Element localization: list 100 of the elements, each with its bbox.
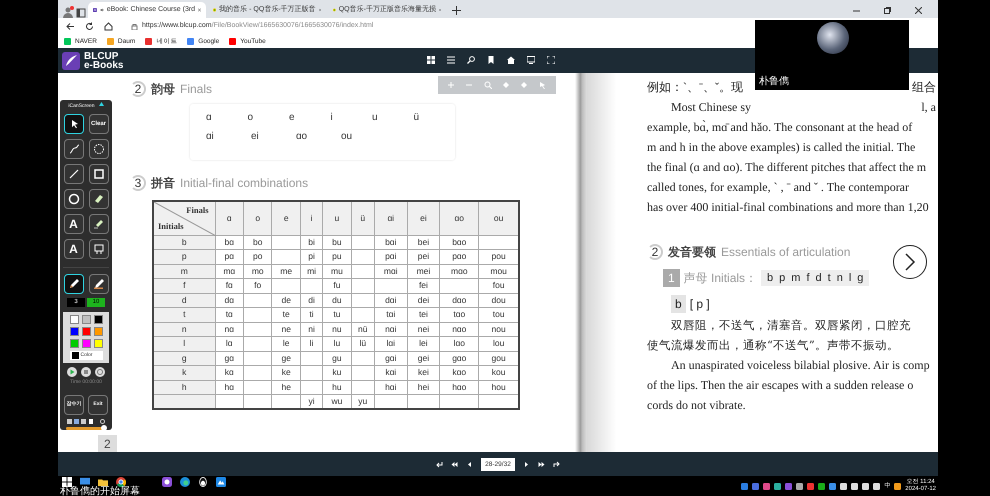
section-title: 韵母: [151, 81, 175, 98]
tool-button[interactable]: [88, 164, 108, 184]
table-cell: mei: [407, 264, 440, 278]
back-icon[interactable]: [66, 22, 75, 31]
marker-icon: [92, 278, 104, 290]
tool-button[interactable]: [88, 274, 108, 294]
tool-button[interactable]: [64, 189, 84, 209]
color-swatch[interactable]: [82, 327, 90, 336]
final-text: ɑ: [206, 111, 213, 125]
color-swatch[interactable]: [70, 315, 78, 324]
table-cell: [351, 278, 374, 293]
color-swatch[interactable]: [94, 339, 102, 348]
settings-icon[interactable]: [95, 367, 105, 377]
tool-button[interactable]: [64, 114, 84, 134]
table-cell: dɑo: [440, 293, 479, 308]
grid-icon[interactable]: [427, 56, 435, 64]
body-text: 使气流爆发而出，通称“不送气”。声带不振动。: [647, 337, 900, 354]
table-cell: lɑi: [374, 336, 408, 351]
tool-button[interactable]: [64, 164, 84, 184]
app-icon[interactable]: [162, 477, 172, 487]
table-cell: ke: [272, 366, 300, 380]
table-cell: hɑ: [215, 380, 244, 394]
monitor-icon[interactable]: [527, 56, 535, 64]
color-swatch[interactable]: [94, 327, 102, 336]
tool-button[interactable]: [88, 139, 108, 159]
penguin-icon[interactable]: [198, 477, 208, 487]
row-header: n: [153, 322, 215, 336]
table-cell: bei: [407, 235, 440, 250]
color-swatch[interactable]: [70, 327, 78, 336]
new-tab-icon[interactable]: [452, 6, 461, 15]
color-swatch[interactable]: [82, 339, 90, 348]
section-subtitle: Finals: [180, 81, 212, 98]
highlighter-icon: [92, 218, 104, 230]
table-cell: mo: [243, 264, 272, 278]
stop-icon[interactable]: [81, 367, 91, 377]
avatar: [817, 22, 849, 54]
tool-button[interactable]: A: [64, 214, 84, 234]
table-cell: [243, 308, 272, 322]
table-cell: ni: [300, 322, 323, 336]
fullscreen-icon[interactable]: [547, 56, 555, 64]
column-header: o: [243, 201, 272, 235]
next-page-button[interactable]: [893, 245, 927, 279]
column-header: e: [272, 201, 300, 235]
home-icon[interactable]: [507, 56, 515, 64]
previous-page-icon[interactable]: [466, 460, 473, 468]
table-cell: [351, 351, 374, 366]
tool-button[interactable]: [88, 214, 108, 234]
row-header: p: [153, 250, 215, 264]
column-header: ou: [478, 201, 519, 235]
line-icon: [68, 168, 80, 180]
restore-icon[interactable]: [884, 7, 891, 14]
table-cell: dɑi: [374, 293, 408, 308]
color-swatch[interactable]: [94, 315, 102, 324]
tool-button[interactable]: [64, 139, 84, 159]
table-cell: [243, 293, 272, 308]
first-page-icon[interactable]: [451, 460, 458, 468]
favicon-icon: [93, 6, 97, 14]
bookmark-icon[interactable]: [487, 56, 495, 64]
settings-icon[interactable]: [100, 418, 105, 424]
color-swatch[interactable]: [82, 315, 90, 324]
slider-thumb[interactable]: [101, 425, 107, 431]
app-icon[interactable]: [216, 477, 226, 487]
tool-button[interactable]: [88, 189, 108, 209]
table-cell: tɑo: [440, 308, 479, 322]
tool-button[interactable]: [88, 239, 108, 259]
section-subtitle: Initial-final combinations: [180, 175, 308, 192]
table-cell: dɑ: [215, 293, 244, 308]
table-cell: bɑi: [374, 235, 408, 250]
close-icon[interactable]: [915, 7, 922, 14]
tool-button[interactable]: A: [64, 239, 84, 259]
next-page-icon[interactable]: [523, 460, 530, 468]
row-header: [153, 394, 215, 409]
tool-button[interactable]: [64, 274, 84, 294]
return-icon[interactable]: [436, 460, 443, 468]
home-icon[interactable]: [104, 22, 113, 31]
body-text: example, bɑ̀, mɑ̄ and hǎo. The consonant at the head of: [647, 119, 914, 136]
row-header: t: [153, 308, 215, 322]
ipa-text: [ p ]: [690, 296, 710, 313]
section-subtitle: Essentials of articulation: [721, 244, 850, 261]
initial-letter: g: [857, 270, 864, 286]
body-text: has over 400 initial-final combinations and more than 1,20: [647, 199, 930, 216]
initial-letter: m: [791, 270, 800, 286]
list-icon[interactable]: [447, 56, 455, 64]
last-page-icon[interactable]: [538, 460, 545, 468]
desktop-icon[interactable]: [80, 477, 90, 487]
reload-icon[interactable]: [85, 22, 94, 31]
table-cell: [300, 366, 323, 380]
edge-icon[interactable]: [180, 477, 190, 487]
browser-icon[interactable]: [116, 477, 126, 487]
collapse-icon[interactable]: [98, 102, 104, 106]
table-cell: mi: [300, 264, 323, 278]
app-icon[interactable]: [894, 482, 902, 490]
color-swatch[interactable]: [70, 339, 78, 348]
favicon-icon: [333, 6, 336, 14]
table-cell: tei: [407, 308, 440, 322]
search-icon[interactable]: [467, 56, 475, 64]
close-icon[interactable]: [198, 7, 201, 13]
play-icon[interactable]: [67, 367, 77, 377]
forward-icon[interactable]: [553, 460, 560, 468]
windows-icon[interactable]: [62, 477, 72, 487]
